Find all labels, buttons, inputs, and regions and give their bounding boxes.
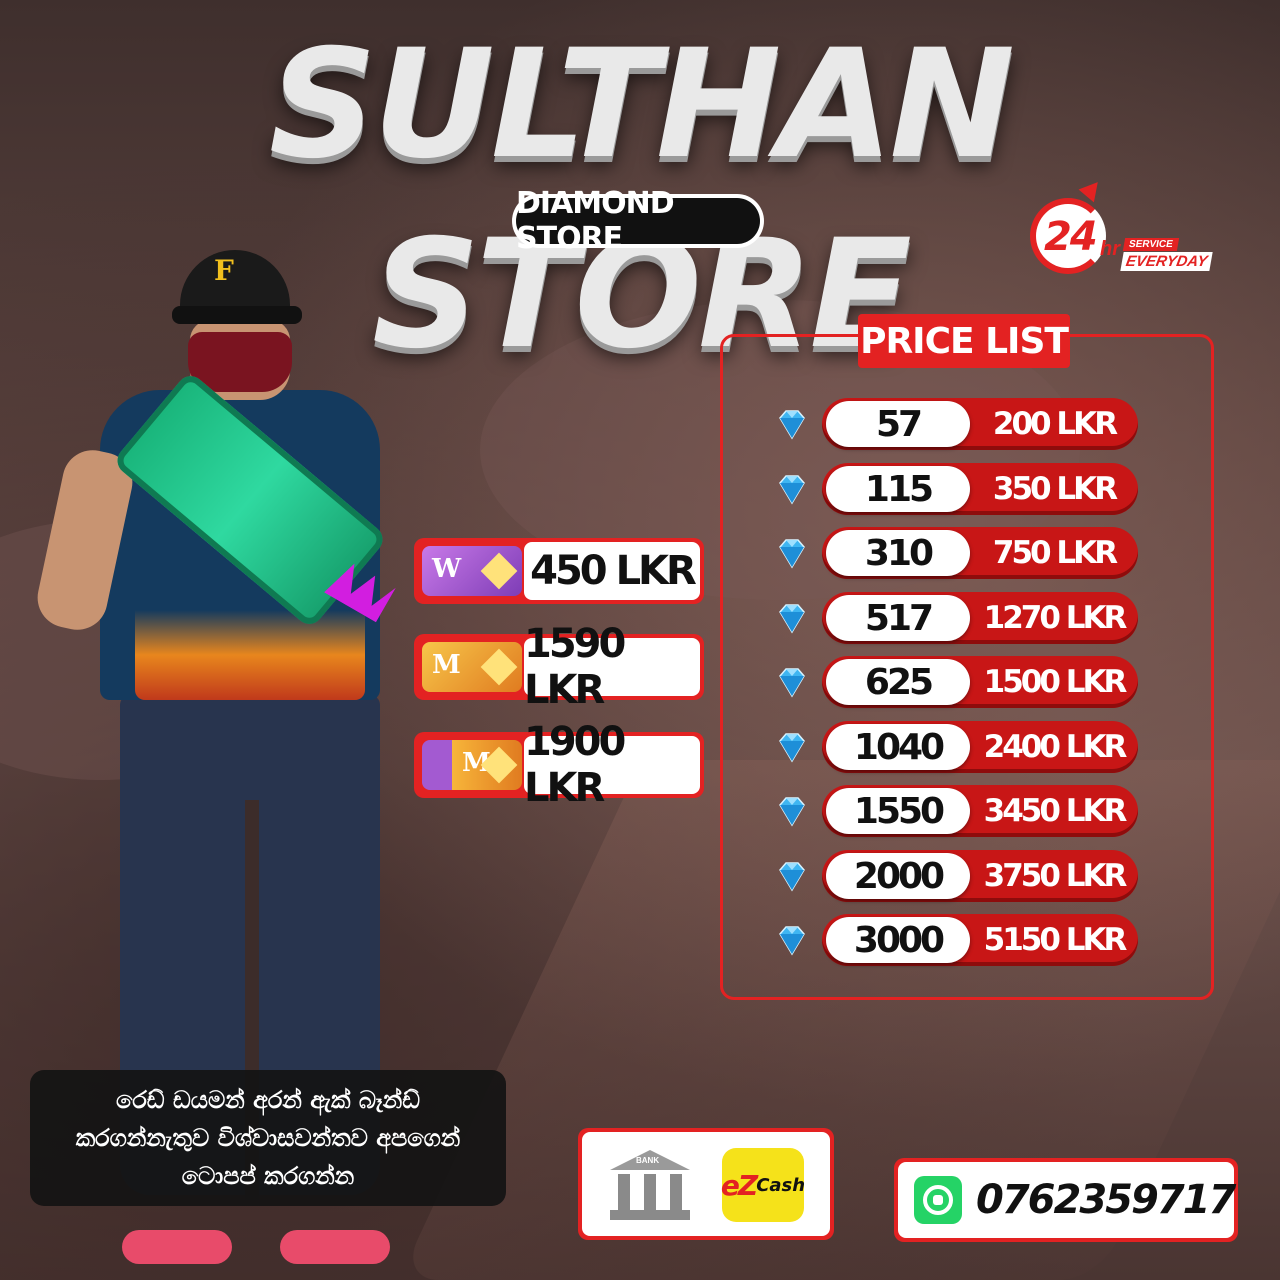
- bundle-weekly-price: 450 LKR: [524, 542, 700, 600]
- badge-number: 24: [1044, 214, 1098, 260]
- diamond-price: 5150 LKR: [983, 922, 1128, 958]
- diamond-price: 1500 LKR: [983, 664, 1128, 700]
- character-sandal-left: [122, 1230, 232, 1264]
- badge-unit: hr: [1100, 238, 1120, 260]
- price-list-heading: PRICE LIST: [858, 314, 1070, 368]
- character-cap-brim: [172, 306, 302, 324]
- bundle-combo[interactable]: M 1900 LKR: [414, 719, 704, 811]
- diamond-icon: [779, 604, 805, 634]
- price-row[interactable]: 625 1500 LKR: [774, 656, 1138, 708]
- diamond-amount: 2000: [826, 853, 970, 899]
- contact-phone[interactable]: 0762359717: [894, 1158, 1238, 1242]
- diamond-price: 3750 LKR: [983, 858, 1128, 894]
- whatsapp-icon: [914, 1176, 962, 1224]
- bundle-weekly[interactable]: W 450 LKR: [414, 538, 704, 604]
- diamond-amount: 1550: [826, 788, 970, 834]
- diamond-icon: [779, 410, 805, 440]
- diamond-price: 350 LKR: [992, 471, 1118, 507]
- bank-label: BANK: [636, 1156, 660, 1165]
- diamond-amount: 625: [826, 659, 970, 705]
- promo-poster: SULTHAN STORE DIAMOND STORE 24 hr SERVIC…: [0, 0, 1280, 1280]
- cap-logo: F: [214, 254, 234, 287]
- note-line-1: රෙඩ් ඩයමන් අරන් ඇක් බෑන්ඩ්: [115, 1086, 421, 1114]
- arrow-icon: [1078, 175, 1106, 203]
- diamond-price: 1270 LKR: [983, 600, 1128, 636]
- bundle-monthly-price: 1590 LKR: [524, 621, 700, 713]
- monthly-membership-icon: M: [422, 642, 522, 692]
- weekly-membership-icon: W: [422, 546, 522, 596]
- badge-everyday: EVERYDAY: [1120, 252, 1213, 271]
- diamond-amount: 310: [826, 530, 970, 576]
- diamond-icon: [779, 668, 805, 698]
- ezcash-logo: eZ Cash: [721, 1148, 805, 1222]
- price-row[interactable]: 57 200 LKR: [774, 398, 1138, 450]
- diamond-price: 200 LKR: [992, 406, 1118, 442]
- bundle-monthly[interactable]: M 1590 LKR: [414, 621, 704, 713]
- price-row[interactable]: 310 750 LKR: [774, 527, 1138, 579]
- sinhala-note: රෙඩ් ඩයමන් අරන් ඇක් බෑන්ඩ් කරගන්නැතුව වි…: [30, 1070, 506, 1206]
- phone-number[interactable]: 0762359717: [976, 1177, 1236, 1223]
- price-row[interactable]: 1550 3450 LKR: [774, 785, 1138, 837]
- subtitle-pill: DIAMOND STORE: [512, 186, 764, 256]
- subtitle-text: DIAMOND STORE: [516, 186, 760, 256]
- price-row[interactable]: 517 1270 LKR: [774, 592, 1138, 644]
- diamond-icon: [779, 797, 805, 827]
- price-row[interactable]: 1040 2400 LKR: [774, 721, 1138, 773]
- shirt-flames: [135, 610, 365, 700]
- diamond-icon: [779, 862, 805, 892]
- payment-methods: BANK eZ Cash: [578, 1128, 834, 1240]
- diamond-icon: [779, 539, 805, 569]
- diamond-icon: [779, 733, 805, 763]
- diamond-amount: 1040: [826, 724, 970, 770]
- price-row[interactable]: 2000 3750 LKR: [774, 850, 1138, 902]
- bank-icon: BANK: [610, 1150, 690, 1220]
- combo-membership-icon: M: [422, 740, 522, 790]
- note-line-2: කරගන්නැතුව විශ්වාසවන්තව අපගෙන්: [75, 1124, 461, 1152]
- diamond-amount: 115: [826, 466, 970, 512]
- diamond-amount: 517: [826, 595, 970, 641]
- diamond-amount: 3000: [826, 917, 970, 963]
- note-line-3: ටොපප් කරගන්න: [181, 1162, 355, 1190]
- diamond-price: 2400 LKR: [983, 729, 1128, 765]
- diamond-price: 3450 LKR: [983, 793, 1128, 829]
- diamond-icon: [779, 926, 805, 956]
- diamond-amount: 57: [826, 401, 970, 447]
- price-row[interactable]: 115 350 LKR: [774, 463, 1138, 515]
- bundle-combo-price: 1900 LKR: [524, 719, 700, 811]
- service-24hr-badge: 24 hr SERVICE EVERYDAY: [1022, 175, 1213, 288]
- character-sandal-right: [280, 1230, 390, 1264]
- diamond-price: 750 LKR: [992, 535, 1118, 571]
- badge-service: SERVICE: [1122, 238, 1179, 251]
- diamond-icon: [779, 475, 805, 505]
- price-row[interactable]: 3000 5150 LKR: [774, 914, 1138, 966]
